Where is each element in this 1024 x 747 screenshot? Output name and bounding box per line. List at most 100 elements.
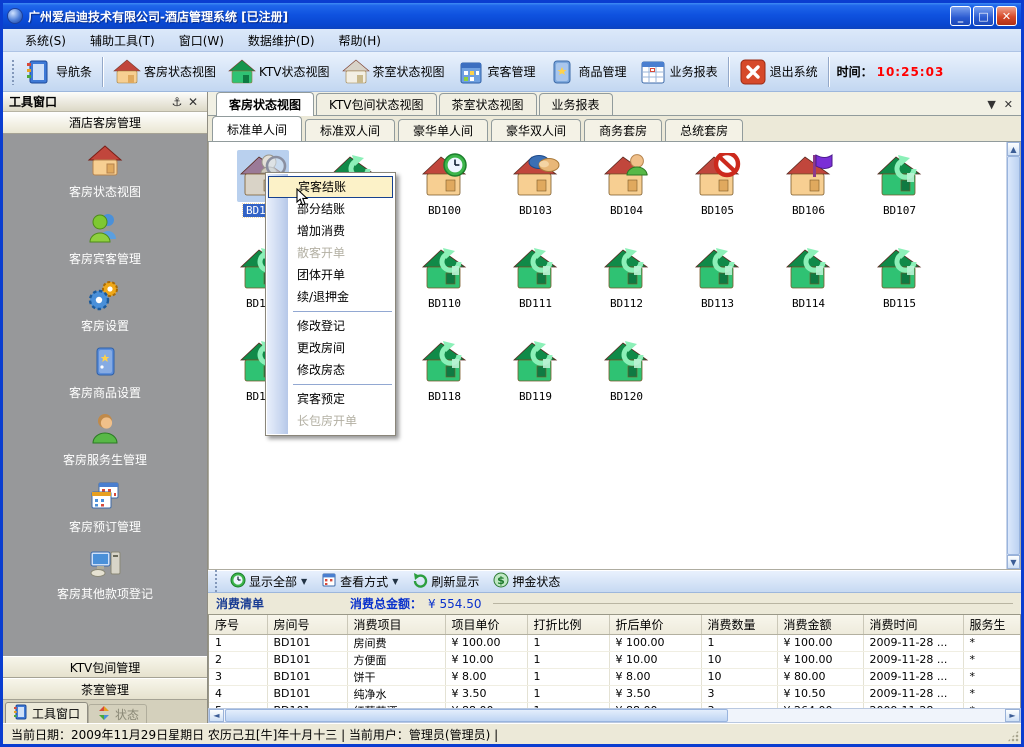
sidebar-item-1[interactable]: 客房宾客管理: [3, 211, 207, 267]
toolbar-grip[interactable]: [11, 59, 15, 85]
room-BD113[interactable]: BD113: [672, 243, 763, 336]
context-menu-item-2[interactable]: 增加消费: [266, 220, 395, 242]
action-button-2[interactable]: 刷新显示: [406, 571, 485, 592]
dropdown-arrow-icon[interactable]: ▼: [301, 577, 307, 586]
toolbar-button-4[interactable]: 宾客管理: [451, 56, 542, 88]
table-row-3[interactable]: 3BD101饼干¥ 8.001¥ 8.0010¥ 80.002009-11-28…: [209, 668, 1020, 685]
column-header[interactable]: 服务生: [963, 615, 1020, 634]
toolbar-button-1[interactable]: 客房状态视图: [107, 56, 222, 88]
close-panel-icon[interactable]: ✕: [185, 95, 201, 109]
room-BD100[interactable]: BD100: [399, 150, 490, 243]
room-BD103[interactable]: BD103: [490, 150, 581, 243]
context-menu-item-6[interactable]: 修改登记: [266, 315, 395, 337]
section-header-tea[interactable]: 茶室管理: [3, 678, 207, 700]
action-button-1[interactable]: 查看方式▼: [315, 571, 404, 592]
scroll-right-arrow-icon[interactable]: ►: [1005, 709, 1020, 722]
section-header-ktv[interactable]: KTV包间管理: [3, 656, 207, 678]
scrollbar-thumb[interactable]: [1007, 156, 1020, 555]
room-BD105[interactable]: BD105: [672, 150, 763, 243]
maximize-button[interactable]: □: [973, 6, 994, 26]
hscrollbar-thumb[interactable]: [225, 709, 728, 722]
toolbar-button-0[interactable]: 导航条: [19, 56, 98, 88]
column-header[interactable]: 消费金额: [777, 615, 863, 634]
toolbar-button-5[interactable]: 商品管理: [542, 56, 633, 88]
room-status-house-icon: [113, 58, 141, 86]
minimize-button[interactable]: _: [950, 6, 971, 26]
context-menu-item-9[interactable]: 宾客预定: [266, 388, 395, 410]
action-button-0[interactable]: 显示全部▼: [224, 571, 313, 592]
toolbar-button-6[interactable]: 业务报表: [633, 56, 724, 88]
context-menu-item-7[interactable]: 更改房间: [266, 337, 395, 359]
sidebar-item-2[interactable]: 客房设置: [3, 278, 207, 334]
toolbar-button-3[interactable]: 茶室状态视图: [336, 56, 451, 88]
sidebar-tab-1[interactable]: 状态: [88, 704, 147, 723]
menu-item-0[interactable]: 系统(S): [13, 29, 78, 52]
view-tab-2[interactable]: 茶室状态视图: [439, 93, 537, 115]
room-BD106[interactable]: BD106: [763, 150, 854, 243]
room-type-tab-3[interactable]: 豪华双人间: [491, 119, 581, 141]
room-BD104[interactable]: BD104: [581, 150, 672, 243]
dropdown-arrow-icon[interactable]: ▼: [392, 577, 398, 586]
view-tab-3[interactable]: 业务报表: [539, 93, 613, 115]
room-BD120[interactable]: BD120: [581, 336, 672, 429]
toolbar-button-2[interactable]: KTV状态视图: [222, 56, 335, 88]
table-horizontal-scrollbar[interactable]: ◄ ►: [208, 708, 1021, 723]
room-BD115[interactable]: BD115: [854, 243, 945, 336]
tab-dropdown-icon[interactable]: ▼: [987, 98, 995, 111]
room-type-tab-2[interactable]: 豪华单人间: [398, 119, 488, 141]
sidebar-item-4[interactable]: 客房服务生管理: [3, 412, 207, 468]
toolbar-button-7[interactable]: 退出系统: [733, 56, 824, 88]
menu-item-1[interactable]: 辅助工具(T): [78, 29, 167, 52]
room-BD114[interactable]: BD114: [763, 243, 854, 336]
pin-icon[interactable]: ⚓: [169, 95, 185, 109]
scroll-left-arrow-icon[interactable]: ◄: [209, 709, 224, 722]
column-header[interactable]: 消费数量: [701, 615, 777, 634]
sidebar-item-0[interactable]: 客房状态视图: [3, 144, 207, 200]
context-menu-item-0[interactable]: 宾客结账: [268, 176, 393, 198]
column-header[interactable]: 序号: [209, 615, 267, 634]
room-BD118[interactable]: BD118: [399, 336, 490, 429]
sidebar-tab-0[interactable]: 工具窗口: [5, 702, 88, 723]
column-header[interactable]: 消费项目: [347, 615, 445, 634]
table-row-1[interactable]: 1BD101房间费¥ 100.001¥ 100.001¥ 100.002009-…: [209, 634, 1020, 651]
room-BD107[interactable]: BD107: [854, 150, 945, 243]
context-menu-item-8[interactable]: 修改房态: [266, 359, 395, 381]
menu-item-4[interactable]: 帮助(H): [327, 29, 393, 52]
room-BD110[interactable]: BD110: [399, 243, 490, 336]
room-type-tab-0[interactable]: 标准单人间: [212, 116, 302, 141]
room-BD112[interactable]: BD112: [581, 243, 672, 336]
sidebar-item-3[interactable]: 客房商品设置: [3, 345, 207, 401]
column-header[interactable]: 打折比例: [527, 615, 609, 634]
room-BD119[interactable]: BD119: [490, 336, 581, 429]
sidebar-item-5[interactable]: 客房预订管理: [3, 479, 207, 535]
section-header-room-management[interactable]: 酒店客房管理: [3, 112, 207, 134]
table-row-2[interactable]: 2BD101方便面¥ 10.001¥ 10.0010¥ 100.002009-1…: [209, 651, 1020, 668]
view-tab-1[interactable]: KTV包间状态视图: [316, 93, 436, 115]
scroll-up-arrow-icon[interactable]: ▲: [1007, 142, 1020, 156]
context-menu-item-4[interactable]: 团体开单: [266, 264, 395, 286]
sidebar-item-6[interactable]: 客房其他款项登记: [3, 546, 207, 602]
actions-grip[interactable]: [214, 569, 218, 595]
close-button[interactable]: ✕: [996, 6, 1017, 26]
rooms-vertical-scrollbar[interactable]: ▲ ▼: [1006, 142, 1020, 569]
view-tab-0[interactable]: 客房状态视图: [216, 92, 314, 116]
tab-close-icon[interactable]: ✕: [1004, 98, 1013, 111]
menu-item-2[interactable]: 窗口(W): [167, 29, 236, 52]
room-BD111[interactable]: BD111: [490, 243, 581, 336]
house-vacant-icon: [419, 336, 471, 388]
room-type-tab-5[interactable]: 总统套房: [665, 119, 743, 141]
column-header[interactable]: 项目单价: [445, 615, 527, 634]
table-row-4[interactable]: 4BD101纯净水¥ 3.501¥ 3.503¥ 10.502009-11-28…: [209, 685, 1020, 702]
room-type-tab-1[interactable]: 标准双人间: [305, 119, 395, 141]
room-type-tab-4[interactable]: 商务套房: [584, 119, 662, 141]
house-hourly-icon: [419, 150, 471, 202]
column-header[interactable]: 消费时间: [863, 615, 963, 634]
column-header[interactable]: 折后单价: [609, 615, 701, 634]
scroll-down-arrow-icon[interactable]: ▼: [1007, 555, 1020, 569]
action-button-3[interactable]: $押金状态: [487, 571, 566, 592]
menu-item-3[interactable]: 数据维护(D): [236, 29, 327, 52]
context-menu-item-1[interactable]: 部分结账: [266, 198, 395, 220]
resize-grip[interactable]: [1007, 730, 1019, 742]
column-header[interactable]: 房间号: [267, 615, 347, 634]
context-menu-item-5[interactable]: 续/退押金: [266, 286, 395, 308]
